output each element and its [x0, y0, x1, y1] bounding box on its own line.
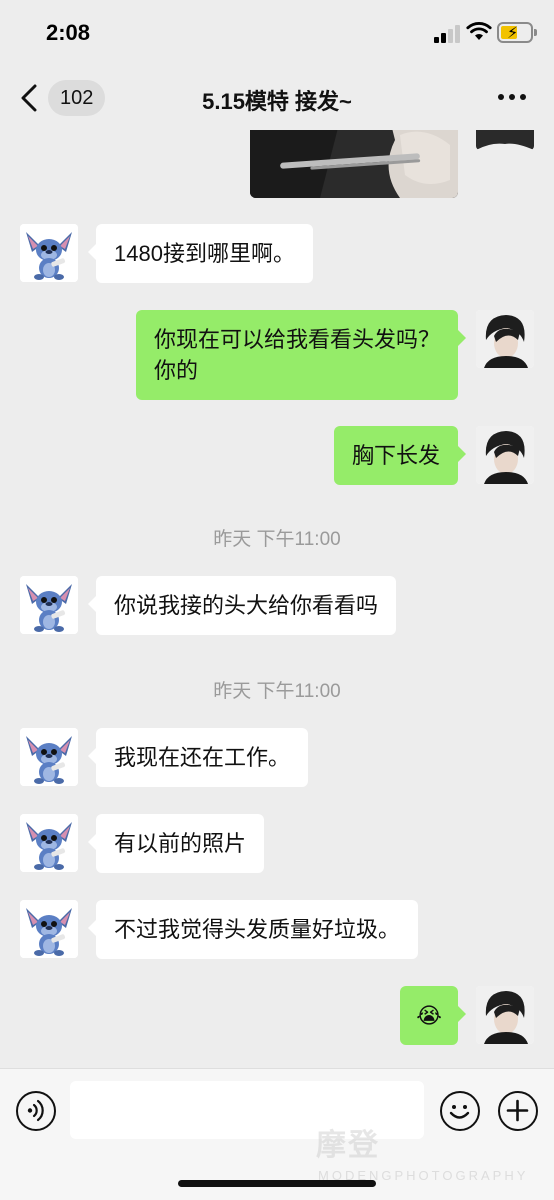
more-actions-button[interactable]	[498, 1091, 538, 1131]
avatar-contact[interactable]	[20, 814, 78, 872]
plus-icon	[506, 1099, 529, 1122]
voice-input-button[interactable]	[16, 1091, 56, 1131]
voice-icon	[27, 1099, 44, 1122]
cellular-signal-icon	[434, 25, 460, 43]
more-options-icon[interactable]	[496, 94, 528, 102]
status-time: 2:08	[46, 20, 91, 45]
chat-header: 102 5.15模特 接发~	[0, 66, 554, 130]
chat-title: 5.15模特 接发~	[202, 89, 352, 114]
message-bubble-incoming[interactable]: 我现在还在工作。	[87, 728, 309, 787]
avatar-self[interactable]	[476, 130, 534, 150]
avatar-contact[interactable]	[20, 728, 78, 786]
message-text: 你的	[153, 358, 198, 383]
message-text: 胸下长发	[351, 443, 440, 468]
avatar-contact[interactable]	[20, 576, 78, 634]
message-text: 1480接到哪里啊。	[114, 241, 295, 266]
message-bubble-incoming[interactable]: 1480接到哪里啊。	[88, 224, 313, 283]
avatar-self[interactable]	[476, 310, 534, 368]
message-timestamp: 昨天 下午11:00	[213, 529, 341, 550]
watermark: 摩登	[316, 1129, 380, 1162]
message-bubble-outgoing[interactable]: 你现在可以给我看看头发吗？ 你的	[135, 310, 467, 400]
wifi-icon	[466, 22, 492, 40]
message-bubble-incoming[interactable]: 有以前的照片	[87, 814, 265, 873]
message-bubble-outgoing[interactable]: 😭	[400, 986, 466, 1045]
message-timestamp: 昨天 下午11:00	[213, 681, 341, 702]
message-text: 不过我觉得头发质量好垃圾。	[114, 917, 401, 942]
crying-face-emoji: 😭	[416, 1003, 442, 1028]
photo-message[interactable]	[250, 130, 458, 198]
emoji-button[interactable]	[440, 1091, 480, 1131]
message-text: 你说我接的头大给你看看吗	[114, 593, 379, 618]
message-text: 你现在可以给我看看头发吗？	[153, 327, 440, 352]
message-bubble-incoming[interactable]: 你说我接的头大给你看看吗	[87, 576, 397, 635]
status-bar: 2:08 ⚡	[0, 0, 554, 66]
message-bubble-outgoing[interactable]: 胸下长发	[333, 426, 467, 485]
avatar-contact[interactable]	[20, 224, 78, 282]
avatar-self[interactable]	[476, 426, 534, 484]
home-indicator[interactable]	[178, 1180, 376, 1187]
message-text: 有以前的照片	[114, 831, 247, 856]
message-bubble-incoming[interactable]: 不过我觉得头发质量好垃圾。	[87, 900, 419, 959]
message-text: 我现在还在工作。	[114, 745, 291, 770]
avatar-contact[interactable]	[20, 900, 78, 958]
message-list[interactable]: 1480接到哪里啊。 你现在可以给我看看头发吗？ 你的 胸下长发 昨天 下午11…	[0, 130, 554, 1068]
battery-charging-icon: ⚡	[497, 22, 537, 43]
smiley-icon	[449, 1105, 470, 1119]
avatar-self[interactable]	[476, 986, 534, 1044]
